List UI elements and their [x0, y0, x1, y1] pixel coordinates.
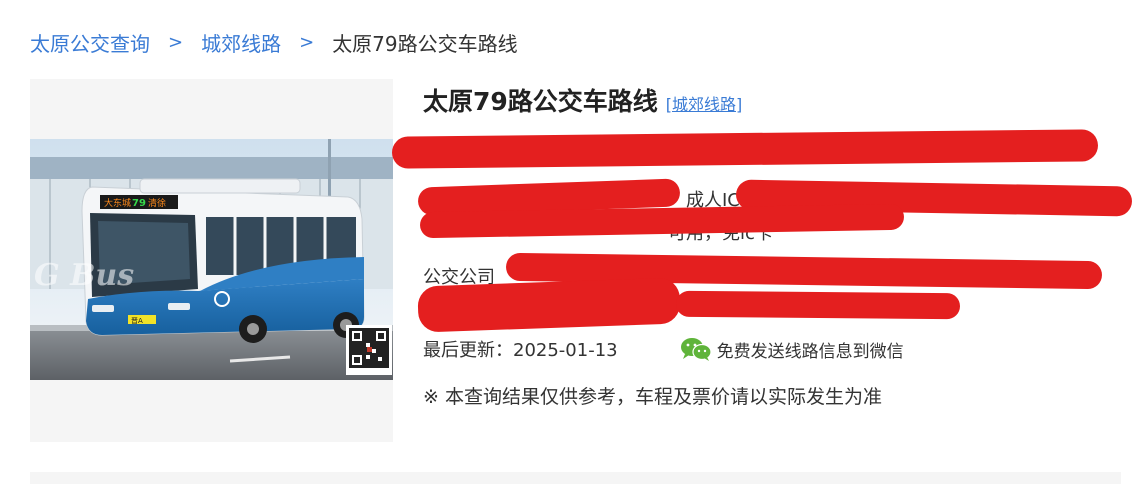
- route-category-link[interactable]: [城郊线路]: [666, 91, 743, 115]
- wechat-label: 免费发送线路信息到微信: [716, 341, 904, 362]
- update-row: 最后更新：2025-01-13 免费发送线路信息到微信: [423, 336, 904, 362]
- send-to-wechat-link[interactable]: 免费发送线路信息到微信: [680, 336, 904, 362]
- breadcrumb-current: 太原79路公交车路线: [332, 31, 518, 56]
- next-section-panel: [30, 472, 1121, 484]
- breadcrumb-category-link[interactable]: 城郊线路: [201, 28, 281, 57]
- breadcrumb-home-link[interactable]: 太原公交查询: [30, 28, 150, 57]
- last-updated: 最后更新：2025-01-13: [423, 340, 618, 361]
- breadcrumb-separator: >: [168, 31, 184, 53]
- route-photo-panel: 大东城 79 清徐 晋A G Bus: [30, 79, 393, 442]
- route-title: 太原79路公交车路线: [423, 87, 658, 116]
- route-title-row: 太原79路公交车路线 [城郊线路]: [423, 82, 1123, 118]
- breadcrumb-separator: >: [299, 31, 315, 53]
- qr-code: [346, 325, 392, 375]
- redaction-mark: [417, 277, 681, 333]
- photo-watermark: G Bus: [34, 258, 134, 293]
- redaction-mark: [391, 129, 1099, 169]
- bus-photo: 大东城 79 清徐 晋A G Bus: [30, 139, 393, 380]
- redaction-mark: [675, 290, 961, 320]
- wechat-icon: [680, 338, 712, 361]
- bus-sign-number: 79: [132, 198, 146, 209]
- breadcrumb: 太原公交查询 > 城郊线路 > 太原79路公交车路线: [30, 28, 518, 57]
- disclaimer: ※ 本查询结果仅供参考，车程及票价请以实际发生为准: [423, 386, 882, 408]
- bus-sign-right: 清徐: [148, 197, 166, 209]
- route-info: 太原79路公交车路线 [城郊线路]: [423, 82, 1123, 118]
- bus-plate: 晋A: [131, 317, 143, 325]
- bus-sign-left: 大东城: [104, 197, 131, 209]
